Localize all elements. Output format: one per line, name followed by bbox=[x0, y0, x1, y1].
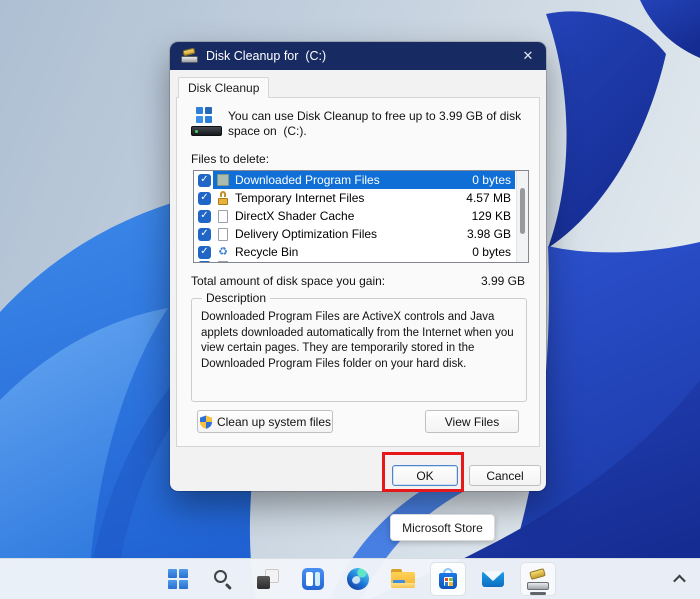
file-size: 4.57 MB bbox=[466, 191, 511, 205]
description-legend: Description bbox=[202, 291, 271, 305]
disk-cleanup-app-icon bbox=[181, 47, 198, 63]
file-name: Downloaded Program Files bbox=[235, 173, 380, 187]
dialog-titlebar[interactable]: Disk Cleanup for (C:) ✕ bbox=[170, 42, 546, 70]
tab-page-panel: You can use Disk Cleanup to free up to 3… bbox=[176, 97, 540, 447]
file-size: 0 bytes bbox=[472, 245, 511, 259]
task-view-button[interactable] bbox=[250, 562, 286, 596]
running-app-indicator bbox=[530, 592, 546, 595]
checkbox-checked[interactable]: ✓ bbox=[198, 173, 211, 187]
task-view-icon bbox=[257, 568, 279, 590]
checkbox-checked[interactable]: ✓ bbox=[198, 227, 211, 241]
view-files-button[interactable]: View Files bbox=[425, 410, 519, 433]
list-row[interactable]: ✓ Delivery Optimization Files 3.98 GB bbox=[194, 225, 528, 243]
file-size: 129 KB bbox=[471, 209, 511, 223]
list-row[interactable]: ✓ Temporary Internet Files 4.57 MB bbox=[194, 189, 528, 207]
file-name: Delivery Optimization Files bbox=[235, 227, 378, 241]
microsoft-store-button[interactable] bbox=[430, 562, 466, 596]
recycle-bin-icon: ♻ bbox=[218, 245, 228, 258]
tooltip-microsoft-store: Microsoft Store bbox=[390, 514, 495, 541]
files-to-delete-label: Files to delete: bbox=[191, 152, 270, 166]
search-icon bbox=[212, 568, 234, 590]
microsoft-store-icon bbox=[437, 568, 459, 590]
uac-shield-icon bbox=[199, 415, 213, 429]
desktop: Disk Cleanup for (C:) ✕ Disk Cleanup You… bbox=[0, 0, 700, 599]
description-text: Downloaded Program Files are ActiveX con… bbox=[201, 311, 514, 370]
scrollbar-thumb[interactable] bbox=[520, 188, 525, 234]
tooltip-text: Microsoft Store bbox=[402, 520, 483, 535]
start-button[interactable] bbox=[160, 562, 196, 596]
list-row-partial bbox=[194, 261, 528, 262]
tab-disk-cleanup[interactable]: Disk Cleanup bbox=[178, 77, 270, 98]
cancel-button[interactable]: Cancel bbox=[469, 465, 541, 486]
close-icon[interactable]: ✕ bbox=[516, 45, 540, 67]
widgets-button[interactable] bbox=[295, 562, 331, 596]
folder-icon bbox=[216, 173, 230, 187]
lock-icon bbox=[216, 191, 230, 205]
disk-cleanup-large-icon bbox=[191, 107, 223, 139]
view-files-label: View Files bbox=[444, 414, 500, 429]
intro-text: You can use Disk Cleanup to free up to 3… bbox=[228, 109, 525, 138]
list-row[interactable]: ✓ ♻ Recycle Bin 0 bytes bbox=[194, 243, 528, 261]
taskbar bbox=[0, 558, 700, 599]
taskbar-overflow-button[interactable] bbox=[664, 562, 694, 596]
checkbox-checked[interactable]: ✓ bbox=[198, 191, 211, 205]
total-gain-value: 3.99 GB bbox=[480, 274, 525, 288]
cancel-label: Cancel bbox=[486, 468, 524, 483]
widgets-icon bbox=[302, 568, 324, 590]
search-button[interactable] bbox=[205, 562, 241, 596]
dialog-title: Disk Cleanup for (C:) bbox=[206, 49, 327, 63]
list-scrollbar[interactable] bbox=[516, 171, 528, 262]
checkbox-checked[interactable]: ✓ bbox=[198, 209, 211, 223]
list-row[interactable]: ✓ DirectX Shader Cache 129 KB bbox=[194, 207, 528, 225]
windows-start-icon bbox=[168, 569, 188, 589]
clean-up-system-files-button[interactable]: Clean up system files bbox=[197, 410, 333, 433]
disk-cleanup-dialog: Disk Cleanup for (C:) ✕ Disk Cleanup You… bbox=[170, 42, 546, 491]
disk-cleanup-taskbar-button[interactable] bbox=[520, 562, 556, 596]
file-name: Temporary Internet Files bbox=[235, 191, 365, 205]
edge-button[interactable] bbox=[340, 562, 376, 596]
clean-up-system-files-label: Clean up system files bbox=[216, 414, 332, 429]
chevron-up-icon bbox=[672, 574, 686, 587]
description-groupbox: Description Downloaded Program Files are… bbox=[191, 291, 527, 402]
file-icon bbox=[216, 209, 230, 223]
file-name: DirectX Shader Cache bbox=[235, 209, 355, 223]
disk-cleanup-icon bbox=[526, 567, 550, 590]
file-size: 3.98 GB bbox=[466, 227, 511, 241]
file-explorer-button[interactable] bbox=[385, 562, 421, 596]
file-name: Recycle Bin bbox=[235, 245, 299, 259]
checkbox-checked[interactable]: ✓ bbox=[198, 245, 211, 259]
edge-browser-icon bbox=[347, 568, 369, 590]
file-explorer-icon bbox=[391, 569, 415, 589]
annotation-highlight-ok bbox=[382, 452, 464, 492]
tab-label: Disk Cleanup bbox=[188, 81, 260, 95]
file-icon bbox=[216, 227, 230, 241]
list-row[interactable]: ✓ Downloaded Program Files 0 bytes bbox=[194, 171, 528, 189]
mail-icon bbox=[482, 571, 504, 587]
mail-button[interactable] bbox=[475, 562, 511, 596]
file-size: 0 bytes bbox=[472, 173, 511, 187]
files-listbox: ✓ Downloaded Program Files 0 bytes ✓ Tem… bbox=[193, 170, 529, 263]
